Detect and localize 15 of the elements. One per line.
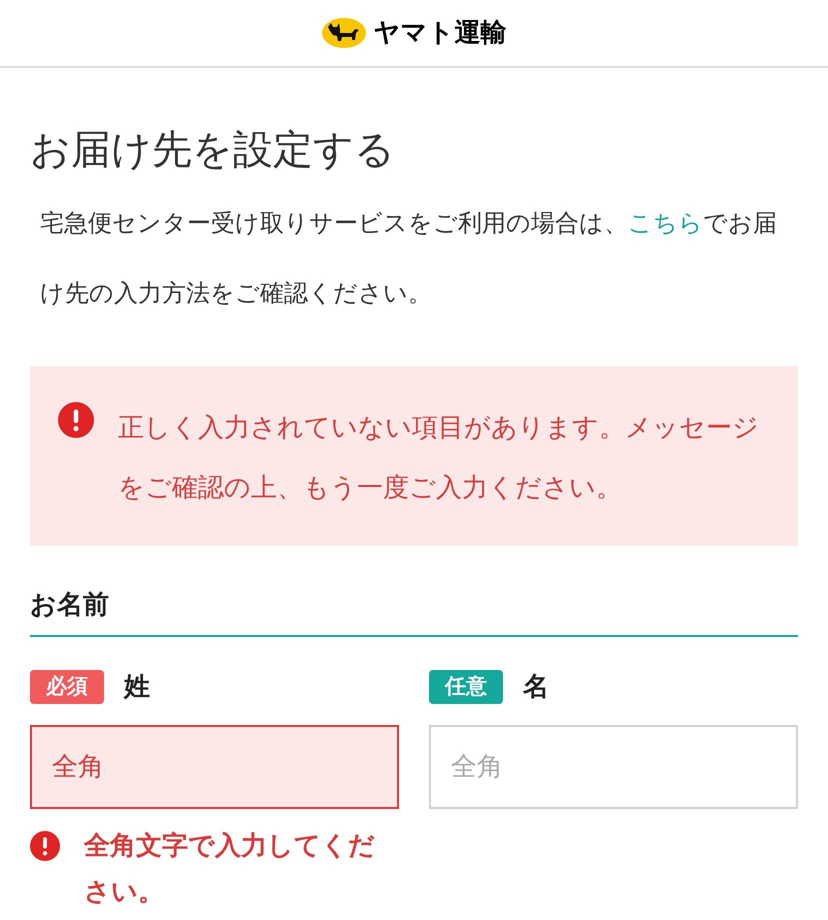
badge: 任意 xyxy=(429,670,503,704)
badge: 必須 xyxy=(30,670,104,704)
alert-message: 正しく入力されていない項目があります。メッセージをご確認の上、もう一度ご入力ください。 xyxy=(118,412,760,505)
section-heading: お名前 xyxy=(30,586,798,637)
here-link[interactable]: こちら xyxy=(628,209,703,237)
alert-icon xyxy=(30,831,60,861)
field-label: 姓 xyxy=(124,670,150,704)
page-title: お届け先を設定する xyxy=(30,126,396,175)
cat-logo-icon xyxy=(322,18,366,48)
error-message: 全角文字で入力してください。 xyxy=(84,830,376,909)
alert-icon xyxy=(58,402,94,438)
input-field[interactable]: 全角 xyxy=(30,725,399,809)
intro-text: 宅急便センター受け取りサービスをご利用の場合は、こちら でお届け先の入力方法をご確認ください。 xyxy=(39,208,778,309)
field-label: 名 xyxy=(523,670,549,704)
logo-text: ヤマト運輸 xyxy=(374,16,506,50)
